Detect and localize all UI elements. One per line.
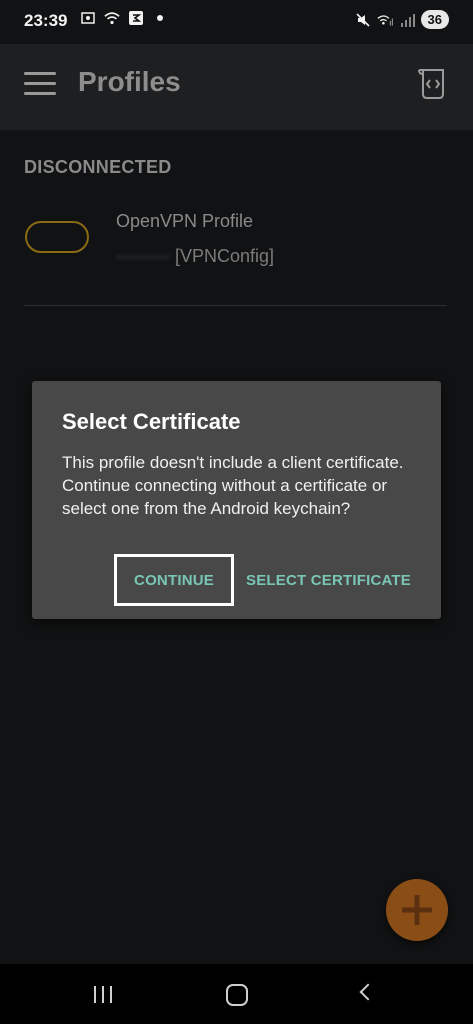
import-config-icon[interactable]	[417, 66, 449, 102]
cell-signal-icon	[399, 12, 415, 28]
dialog-title: Select Certificate	[62, 409, 241, 434]
battery-indicator: 36	[420, 10, 449, 29]
continue-button[interactable]: CONTINUE	[114, 554, 234, 606]
hamburger-menu-icon[interactable]	[24, 72, 56, 96]
wifi-icon	[104, 10, 120, 26]
system-nav-bar	[0, 964, 473, 1024]
select-certificate-dialog: Select Certificate This profile doesn't …	[32, 381, 441, 619]
profile-subtitle: ········· [VPNConfig]	[116, 246, 274, 267]
section-header-disconnected: DISCONNECTED	[24, 157, 172, 177]
list-divider	[24, 305, 447, 306]
profile-name: OpenVPN Profile	[116, 211, 254, 231]
mute-icon	[355, 12, 371, 28]
home-icon[interactable]	[226, 984, 248, 1006]
dialog-message: This profile doesn't include a client ce…	[62, 453, 404, 518]
status-right-icons: 36	[355, 10, 449, 29]
wifi-signal-icon	[376, 12, 393, 28]
page-title: Profiles	[78, 66, 181, 97]
app-notification-icon	[128, 10, 144, 26]
profile-list-item[interactable]: OpenVPN Profile ········· [VPNConfig]	[0, 195, 473, 295]
continue-button-label: CONTINUE	[134, 571, 214, 589]
status-left-icons	[80, 10, 168, 26]
add-profile-button[interactable]	[386, 879, 448, 941]
status-time: 23:39	[24, 11, 68, 30]
status-bar: 23:39 36	[0, 0, 473, 44]
back-icon[interactable]	[359, 983, 377, 1001]
profile-config-name: [VPNConfig]	[174, 246, 275, 266]
screenshot-icon	[80, 10, 96, 26]
redacted-text: ·········	[116, 246, 170, 266]
select-certificate-button[interactable]: SELECT CERTIFICATE	[246, 572, 411, 589]
recents-icon[interactable]	[94, 986, 112, 1003]
connection-toggle[interactable]	[25, 221, 89, 253]
app-bar: Profiles	[0, 44, 473, 130]
dot-icon	[152, 10, 168, 26]
